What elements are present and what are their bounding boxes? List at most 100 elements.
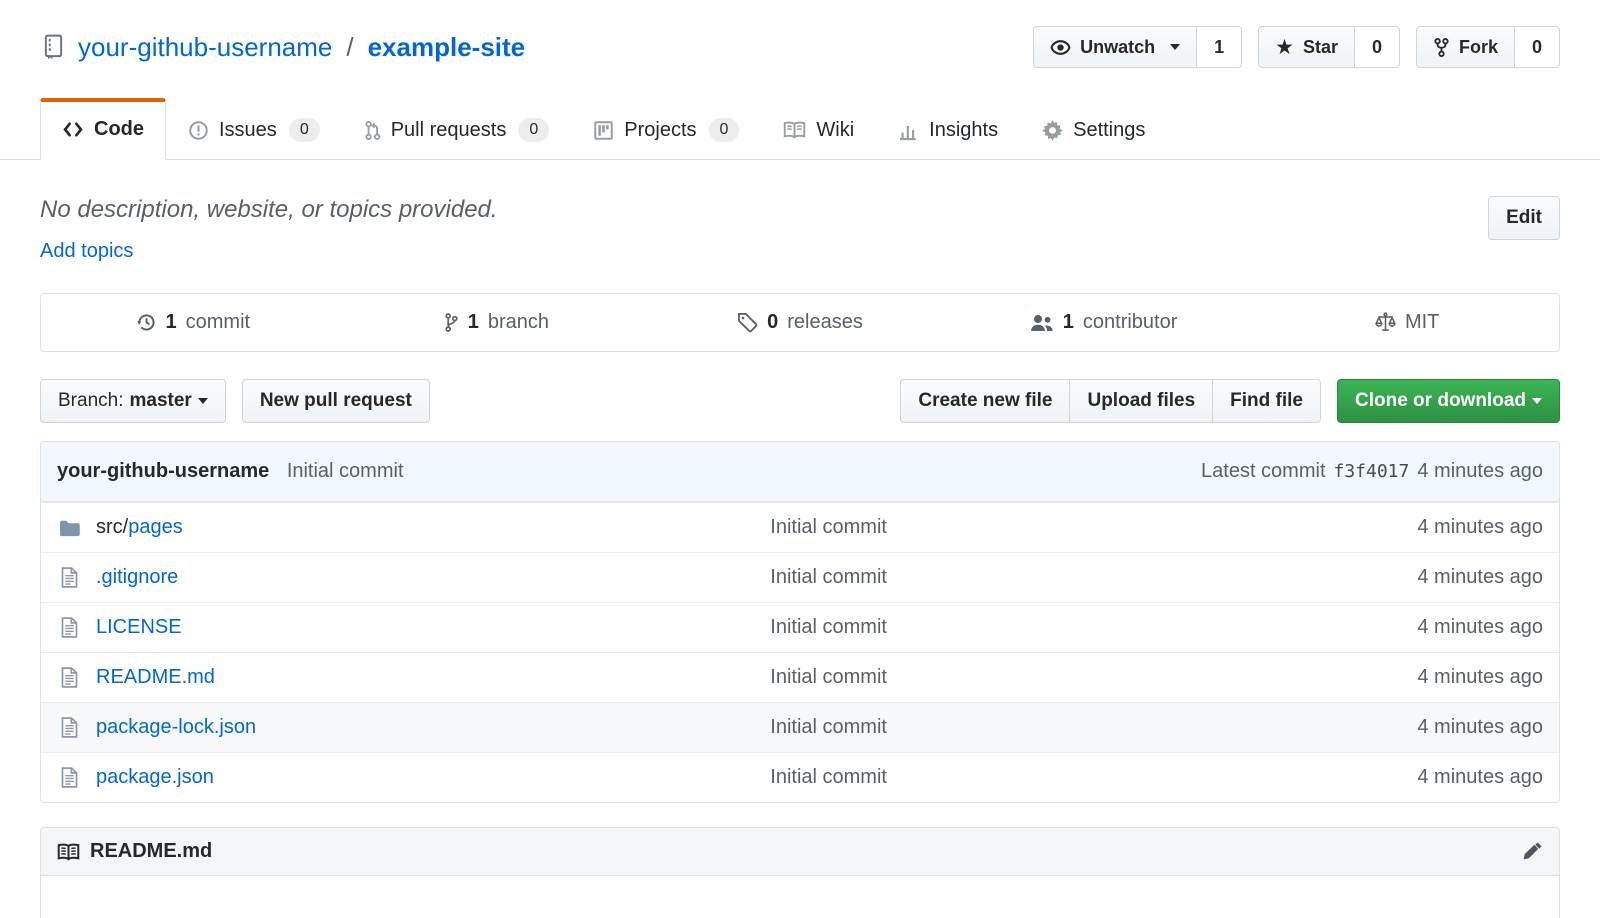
eye-icon bbox=[1050, 37, 1071, 58]
book-icon bbox=[57, 843, 80, 861]
history-icon bbox=[136, 312, 157, 333]
edit-description-button[interactable]: Edit bbox=[1488, 196, 1560, 240]
tab-code[interactable]: Code bbox=[40, 98, 166, 160]
row-commit-message[interactable]: Initial commit bbox=[770, 666, 1313, 689]
tab-settings[interactable]: Settings bbox=[1020, 98, 1167, 160]
commit-hash-link[interactable]: f3f4017 bbox=[1334, 461, 1410, 482]
tag-icon bbox=[737, 312, 758, 333]
watch-group: Unwatch 1 bbox=[1033, 26, 1242, 68]
upload-files-button[interactable]: Upload files bbox=[1069, 379, 1212, 423]
row-commit-message[interactable]: Initial commit bbox=[770, 516, 1313, 539]
social-actions: Unwatch 1 ★ Star 0 bbox=[1033, 26, 1560, 68]
commit-author-link[interactable]: your-github-username bbox=[57, 460, 269, 482]
row-age: 4 minutes ago bbox=[1313, 516, 1543, 539]
row-commit-message[interactable]: Initial commit bbox=[770, 716, 1313, 739]
add-topics-link[interactable]: Add topics bbox=[40, 240, 133, 263]
insights-icon bbox=[898, 120, 919, 141]
create-new-file-button[interactable]: Create new file bbox=[900, 379, 1069, 423]
pencil-icon bbox=[1522, 841, 1543, 862]
folder-link[interactable]: pages bbox=[128, 516, 183, 538]
people-icon bbox=[1030, 313, 1054, 333]
file-icon bbox=[57, 767, 81, 788]
branch-selector[interactable]: Branch: master bbox=[40, 379, 226, 423]
file-browser: your-github-username Initial commit Late… bbox=[40, 441, 1560, 803]
latest-commit-bar: your-github-username Initial commit Late… bbox=[41, 442, 1559, 502]
tab-issues[interactable]: Issues 0 bbox=[166, 98, 342, 160]
branch-icon bbox=[444, 312, 459, 333]
file-link[interactable]: package-lock.json bbox=[96, 716, 256, 738]
row-age: 4 minutes ago bbox=[1313, 766, 1543, 789]
file-row: LICENSE Initial commit 4 minutes ago bbox=[41, 602, 1559, 652]
file-row: package.json Initial commit 4 minutes ag… bbox=[41, 752, 1559, 802]
fork-icon bbox=[1433, 37, 1450, 58]
file-icon bbox=[57, 617, 81, 638]
fork-group: Fork 0 bbox=[1416, 26, 1560, 68]
tab-pull-requests[interactable]: Pull requests 0 bbox=[342, 98, 572, 160]
file-icon bbox=[57, 567, 81, 588]
folder-icon bbox=[57, 519, 81, 537]
caret-down-icon bbox=[1170, 44, 1180, 50]
row-age: 4 minutes ago bbox=[1313, 616, 1543, 639]
stat-license[interactable]: MIT bbox=[1255, 294, 1559, 351]
file-row: .gitignore Initial commit 4 minutes ago bbox=[41, 552, 1559, 602]
file-icon bbox=[57, 667, 81, 688]
unwatch-button[interactable]: Unwatch bbox=[1033, 26, 1197, 68]
readme-content bbox=[41, 876, 1559, 918]
row-commit-message[interactable]: Initial commit bbox=[770, 766, 1313, 789]
repo-owner-link[interactable]: your-github-username bbox=[78, 32, 332, 63]
repo-stats-bar: 1commit 1branch 0release bbox=[40, 293, 1560, 352]
issues-count-badge: 0 bbox=[289, 118, 320, 142]
star-icon: ★ bbox=[1275, 37, 1294, 58]
file-link[interactable]: package.json bbox=[96, 766, 214, 788]
repo-description: No description, website, or topics provi… bbox=[40, 196, 498, 224]
readme-section: README.md bbox=[40, 827, 1560, 918]
code-icon bbox=[62, 121, 84, 138]
path-separator: / bbox=[346, 32, 353, 63]
repo-name-link[interactable]: example-site bbox=[368, 32, 526, 63]
caret-down-icon bbox=[1532, 398, 1542, 404]
readme-header: README.md bbox=[41, 828, 1559, 876]
stat-branches[interactable]: 1branch bbox=[345, 294, 649, 351]
fork-count[interactable]: 0 bbox=[1515, 26, 1560, 68]
tab-wiki[interactable]: Wiki bbox=[761, 98, 876, 160]
projects-count-badge: 0 bbox=[709, 118, 740, 142]
law-icon bbox=[1375, 312, 1396, 333]
folder-path-prefix[interactable]: src/ bbox=[96, 516, 128, 538]
stat-commits[interactable]: 1commit bbox=[41, 294, 345, 351]
file-actions-row: Branch: master New pull request Create n… bbox=[40, 379, 1560, 423]
fork-button[interactable]: Fork bbox=[1416, 26, 1515, 68]
star-button[interactable]: ★ Star bbox=[1258, 26, 1355, 68]
new-pull-request-button[interactable]: New pull request bbox=[242, 379, 430, 423]
find-file-button[interactable]: Find file bbox=[1212, 379, 1321, 423]
clone-or-download-button[interactable]: Clone or download bbox=[1337, 379, 1560, 423]
github-repo-page: your-github-username / example-site Unwa… bbox=[0, 0, 1600, 918]
row-commit-message[interactable]: Initial commit bbox=[770, 566, 1313, 589]
tab-insights[interactable]: Insights bbox=[876, 98, 1020, 160]
file-row: package-lock.json Initial commit 4 minut… bbox=[41, 702, 1559, 752]
pull-requests-count-badge: 0 bbox=[518, 118, 549, 142]
file-link[interactable]: LICENSE bbox=[96, 616, 182, 638]
repo-header: your-github-username / example-site Unwa… bbox=[0, 0, 1600, 68]
projects-icon bbox=[593, 120, 614, 141]
star-count[interactable]: 0 bbox=[1355, 26, 1400, 68]
about-section: No description, website, or topics provi… bbox=[40, 196, 1560, 263]
caret-down-icon bbox=[198, 398, 208, 404]
file-link[interactable]: .gitignore bbox=[96, 566, 178, 588]
repo-tabnav: Code Issues 0 bbox=[0, 98, 1600, 160]
tab-projects[interactable]: Projects 0 bbox=[571, 98, 761, 160]
row-commit-message[interactable]: Initial commit bbox=[770, 616, 1313, 639]
latest-commit-label: Latest commit bbox=[1201, 460, 1325, 483]
watch-count[interactable]: 1 bbox=[1197, 26, 1242, 68]
commit-message-link[interactable]: Initial commit bbox=[287, 460, 404, 482]
file-buttons-group: Create new file Upload files Find file bbox=[900, 379, 1321, 423]
file-link[interactable]: README.md bbox=[96, 666, 215, 688]
wiki-icon bbox=[783, 121, 806, 139]
issue-icon bbox=[188, 120, 209, 141]
edit-readme-button[interactable] bbox=[1522, 841, 1543, 862]
stat-contributors[interactable]: 1contributor bbox=[952, 294, 1256, 351]
repo-icon bbox=[40, 34, 66, 60]
stat-releases[interactable]: 0releases bbox=[648, 294, 952, 351]
row-age: 4 minutes ago bbox=[1313, 666, 1543, 689]
star-group: ★ Star 0 bbox=[1258, 26, 1400, 68]
gear-icon bbox=[1042, 120, 1063, 141]
